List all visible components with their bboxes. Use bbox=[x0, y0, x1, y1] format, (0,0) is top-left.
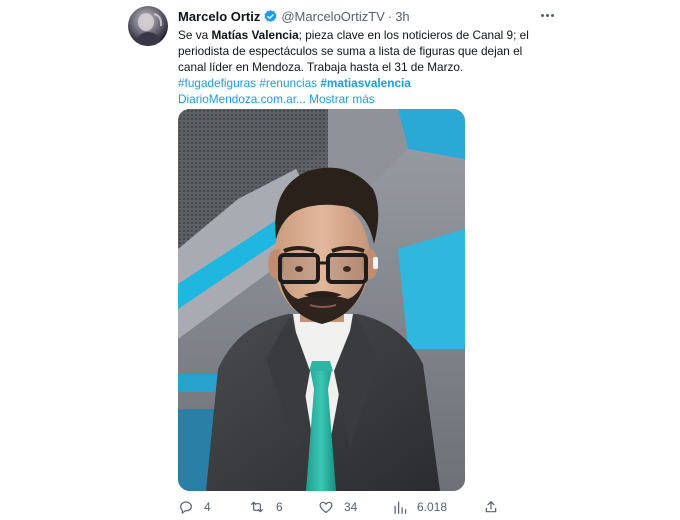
retweet-button[interactable]: 6 bbox=[248, 496, 283, 518]
tweet[interactable]: Marcelo Ortiz @MarceloOrtizTV · 3h Se va… bbox=[0, 0, 680, 520]
tweet-text-bold-name: Matías Valencia bbox=[211, 28, 299, 42]
tweet-text: Se va Matías Valencia; pieza clave en lo… bbox=[178, 27, 538, 107]
views-button[interactable]: 6.018 bbox=[393, 496, 447, 518]
views-icon bbox=[393, 499, 407, 515]
more-icon[interactable] bbox=[536, 6, 558, 24]
hashtag-matiasvalencia[interactable]: #matiasvalencia bbox=[320, 76, 411, 90]
share-button[interactable] bbox=[483, 496, 499, 518]
share-icon bbox=[483, 499, 499, 515]
tweet-header: Marcelo Ortiz @MarceloOrtizTV · 3h bbox=[178, 7, 410, 25]
reply-icon bbox=[178, 499, 194, 515]
tweet-text-intro: Se va bbox=[178, 28, 212, 42]
verified-badge-icon bbox=[263, 9, 278, 24]
header-separator: · bbox=[387, 8, 393, 24]
like-count: 34 bbox=[344, 500, 358, 514]
avatar[interactable] bbox=[128, 6, 168, 46]
show-more-link[interactable]: Mostrar más bbox=[309, 92, 375, 106]
reply-count: 4 bbox=[204, 500, 211, 514]
views-count: 6.018 bbox=[417, 500, 448, 514]
timestamp[interactable]: 3h bbox=[395, 9, 409, 24]
hashtag-fugadefiguras[interactable]: #fugadefiguras bbox=[178, 76, 256, 90]
reply-button[interactable]: 4 bbox=[178, 496, 211, 518]
retweet-count: 6 bbox=[276, 500, 283, 514]
author-handle[interactable]: @MarceloOrtizTV bbox=[281, 9, 385, 24]
author-name[interactable]: Marcelo Ortiz bbox=[178, 9, 260, 24]
retweet-icon bbox=[248, 499, 266, 515]
like-button[interactable]: 34 bbox=[318, 496, 357, 518]
tweet-photo[interactable] bbox=[178, 109, 465, 491]
article-link[interactable]: DiarioMendoza.com.ar... bbox=[178, 92, 306, 106]
like-icon bbox=[318, 499, 334, 515]
hashtag-renuncias[interactable]: #renuncias bbox=[259, 76, 317, 90]
tweet-actions: 4 6 34 6.018 bbox=[0, 496, 680, 518]
